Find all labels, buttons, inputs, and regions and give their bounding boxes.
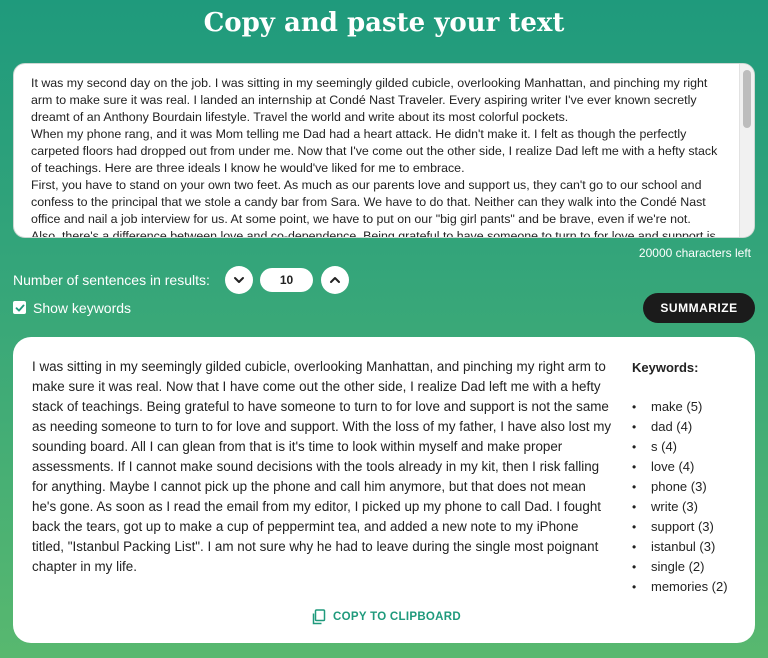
page-title: Copy and paste your text (203, 8, 565, 38)
clipboard-icon (312, 609, 326, 625)
keyword-item: single (2) (632, 557, 728, 577)
input-scrollbar[interactable] (739, 64, 754, 237)
chevron-down-icon (234, 277, 244, 283)
summarize-button[interactable]: SUMMARIZE (643, 293, 755, 323)
text-input[interactable]: It was my second day on the job. I was s… (14, 64, 740, 237)
characters-left: 20000 characters left (638, 246, 751, 260)
keyword-item: istanbul (3) (632, 537, 728, 557)
keywords-title: Keywords: (632, 360, 699, 375)
sentences-label: Number of sentences in results: (13, 272, 210, 288)
text-input-box[interactable]: It was my second day on the job. I was s… (13, 63, 755, 238)
keyword-item: dad (4) (632, 417, 728, 437)
copy-label: COPY TO CLIPBOARD (333, 611, 461, 623)
show-keywords-checkbox[interactable] (13, 301, 26, 314)
increase-sentences-button[interactable] (321, 266, 349, 294)
keyword-item: write (3) (632, 497, 728, 517)
keyword-item: support (3) (632, 517, 728, 537)
keyword-item: memories (2) (632, 577, 728, 597)
copy-to-clipboard-button[interactable]: COPY TO CLIPBOARD (311, 608, 461, 626)
check-icon (15, 304, 24, 311)
keyword-item: make (5) (632, 397, 728, 417)
keywords-list: make (5) dad (4) s (4) love (4) phone (3… (632, 397, 728, 597)
summary-text: I was sitting in my seemingly gilded cub… (32, 359, 612, 574)
sentences-count[interactable]: 10 (260, 268, 313, 292)
keyword-item: love (4) (632, 457, 728, 477)
show-keywords-label[interactable]: Show keywords (33, 300, 131, 316)
decrease-sentences-button[interactable] (225, 266, 253, 294)
result-card: I was sitting in my seemingly gilded cub… (13, 337, 755, 643)
scroll-thumb[interactable] (743, 70, 751, 128)
keyword-item: phone (3) (632, 477, 728, 497)
keyword-item: s (4) (632, 437, 728, 457)
chevron-up-icon (330, 277, 340, 283)
